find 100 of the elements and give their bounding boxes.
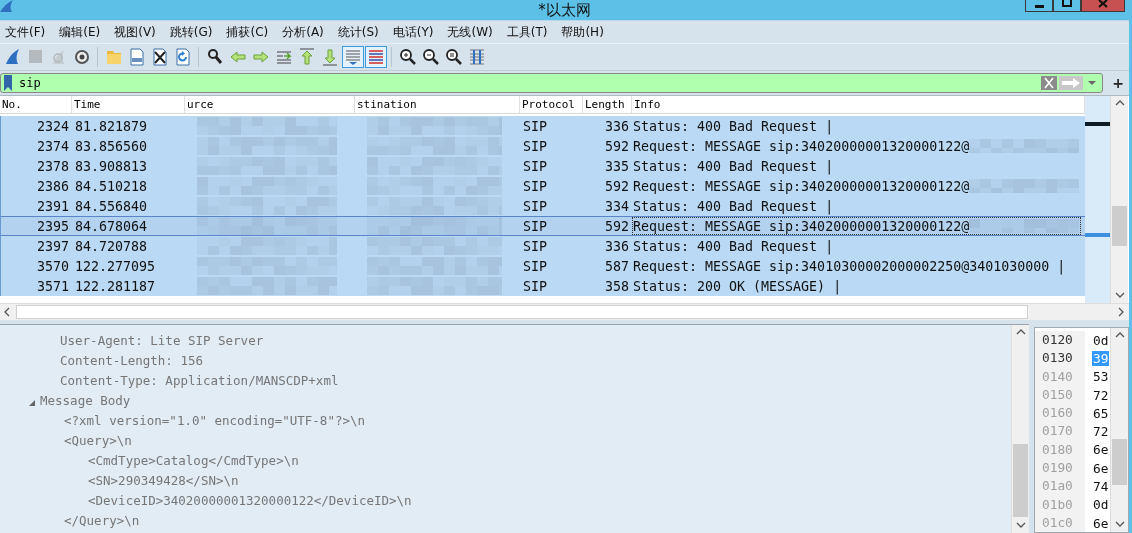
tree-item[interactable]: <Query>\n: [64, 432, 132, 448]
menu-item[interactable]: 文件(F): [1, 22, 50, 42]
display-filter-field[interactable]: sip: [19, 76, 1042, 90]
hex-byte[interactable]: 72: [1092, 387, 1110, 403]
display-filter-field[interactable]: sip: [0, 73, 1104, 93]
table-cell: Status: 400 Bad Request |: [633, 198, 834, 214]
hex-byte[interactable]: 72: [1092, 424, 1110, 440]
column-header[interactable]: stination: [355, 96, 520, 113]
table-cell-text: 587: [603, 258, 630, 274]
vertical-scrollbar[interactable]: [1110, 328, 1128, 532]
table-cell: Request: MESSAGE sip:34020000001320000122@: [633, 218, 970, 234]
menu-item[interactable]: 统计(S): [333, 22, 383, 42]
shark-fin-icon: [0, 0, 14, 12]
minimap-marker: [1085, 122, 1110, 126]
hex-byte[interactable]: 6e: [1092, 442, 1110, 458]
packet-row[interactable]: 3571 122.281187 SIP 358 Status: 200 OK (MESSAGE) |: [0, 276, 1085, 296]
tree-item[interactable]: Content-Length: 156: [60, 352, 203, 368]
table-cell-text: 83.908813: [74, 158, 149, 174]
hex-offset: 0120: [1035, 331, 1085, 350]
scrollbar-thumb[interactable]: [1013, 444, 1028, 517]
table-cell-text: SIP: [522, 118, 549, 134]
tree-item[interactable]: Content-Type: Application/MANSCDP+xml: [60, 372, 339, 388]
tree-item[interactable]: </Query>\n: [64, 512, 140, 528]
table-cell-text: SIP: [522, 138, 549, 154]
scrollbar-thumb[interactable]: [1112, 439, 1127, 485]
table-cell-text: 84.510218: [74, 178, 149, 194]
packet-row[interactable]: 2397 84.720788 SIP 336 Status: 400 Bad Request |: [0, 236, 1085, 256]
add-filter-button[interactable]: +: [1109, 75, 1127, 91]
hex-offset: 0170: [1035, 422, 1085, 441]
column-header[interactable]: Length: [583, 96, 632, 113]
hex-byte[interactable]: 6e: [1092, 460, 1110, 476]
table-cell-text: SIP: [522, 278, 549, 294]
hex-offset: 0160: [1035, 404, 1085, 423]
table-cell-text: 2386: [35, 178, 70, 194]
packet-minimap[interactable]: [1085, 96, 1110, 303]
window-title: *以太网: [538, 0, 591, 20]
table-cell: Status: 400 Bad Request |: [633, 238, 834, 254]
table-cell-text: 81.821879: [74, 118, 149, 134]
bookmark-icon[interactable]: [1, 74, 15, 92]
table-cell: Status: 400 Bad Request |: [633, 118, 834, 134]
packet-row[interactable]: 3570 122.277095 SIP 587 Request: MESSAGE sip:34010300002000002250@3401030000 |: [0, 256, 1085, 276]
table-cell-text: 335: [603, 158, 630, 174]
packet-row[interactable]: 2395 84.678064 SIP 592 Request: MESSAGE sip:34020000001320000122@: [0, 216, 1085, 236]
vertical-scrollbar[interactable]: [1110, 96, 1128, 303]
tree-item[interactable]: Message Body: [40, 392, 131, 408]
column-header[interactable]: No.: [0, 96, 72, 113]
hex-byte[interactable]: 65: [1092, 405, 1110, 421]
table-cell-text: SIP: [522, 158, 549, 174]
menu-item[interactable]: 无线(W): [443, 22, 497, 42]
table-cell-text: 122.277095: [74, 258, 157, 274]
tree-item[interactable]: <CmdType>Catalog</CmdType>\n: [88, 452, 299, 468]
menu-item[interactable]: 分析(A): [278, 22, 328, 42]
table-cell-text: 2395: [35, 218, 70, 234]
table-cell-text: 592: [603, 218, 630, 234]
vertical-scrollbar[interactable]: [1011, 325, 1029, 533]
menu-item[interactable]: 工具(T): [502, 22, 552, 42]
table-cell-text: 336: [603, 238, 630, 254]
table-cell-text: SIP: [522, 238, 549, 254]
table-cell-text: 2374: [35, 138, 70, 154]
table-cell-text: 336: [603, 118, 630, 134]
packet-row[interactable]: 2391 84.556840 SIP 334 Status: 400 Bad Request |: [0, 196, 1085, 216]
packet-row[interactable]: 2324 81.821879 SIP 336 Status: 400 Bad Request |: [0, 116, 1085, 136]
hex-byte[interactable]: 0d: [1092, 332, 1110, 348]
menu-item[interactable]: 编辑(E): [55, 22, 105, 42]
table-cell: Request: MESSAGE sip:34020000001320000122@: [633, 178, 970, 194]
clear-filter-button[interactable]: [1041, 76, 1058, 90]
table-cell-text: 83.856560: [74, 138, 149, 154]
column-header[interactable]: Protocol: [520, 96, 583, 113]
table-cell-text: 84.678064: [74, 218, 149, 234]
column-header[interactable]: urce: [185, 96, 355, 113]
packet-row[interactable]: 2374 83.856560 SIP 592 Request: MESSAGE sip:34020000001320000122@: [0, 136, 1085, 156]
hex-byte[interactable]: 6e: [1092, 515, 1110, 531]
packet-row[interactable]: 2386 84.510218 SIP 592 Request: MESSAGE sip:34020000001320000122@: [0, 176, 1085, 196]
menu-item[interactable]: 帮助(H): [557, 22, 608, 42]
table-cell-text: 3570: [35, 258, 70, 274]
menu-item[interactable]: 跳转(G): [165, 22, 217, 42]
hex-offset: 0130: [1035, 349, 1085, 368]
table-cell-text: 84.720788: [74, 238, 149, 254]
table-cell-text: 2324: [35, 118, 70, 134]
horizontal-scrollbar[interactable]: [0, 303, 1129, 320]
menu-item[interactable]: 视图(V): [110, 22, 160, 42]
hex-byte[interactable]: 0d: [1092, 497, 1110, 513]
table-cell-text: SIP: [522, 218, 549, 234]
colorize-icon[interactable]: [364, 46, 387, 68]
menu-item[interactable]: 捕获(C): [222, 22, 273, 42]
tree-item[interactable]: User-Agent: Lite SIP Server: [60, 332, 264, 348]
packet-row[interactable]: 2378 83.908813 SIP 335 Status: 400 Bad Request |: [0, 156, 1085, 176]
column-header[interactable]: Time: [72, 96, 185, 113]
scrollbar-thumb[interactable]: [16, 305, 1028, 319]
tree-item[interactable]: <DeviceID>34020000001320000122</DeviceID>\n: [88, 492, 412, 508]
menu-item[interactable]: 电话(Y): [388, 22, 438, 42]
hex-byte[interactable]: 74: [1092, 479, 1110, 494]
table-cell-text: 2391: [35, 198, 70, 214]
scrollbar-thumb[interactable]: [1112, 206, 1127, 246]
hex-byte[interactable]: 53: [1092, 369, 1110, 385]
tree-item[interactable]: <SN>290349428</SN>\n: [88, 472, 239, 488]
table-cell: Request: MESSAGE sip:34010300002000002250@3401030000 |: [633, 258, 1066, 274]
table-cell-text: SIP: [522, 258, 549, 274]
tree-item[interactable]: <?xml version="1.0" encoding="UTF-8"?>\n: [64, 412, 366, 428]
autoscroll-icon[interactable]: [341, 46, 364, 68]
